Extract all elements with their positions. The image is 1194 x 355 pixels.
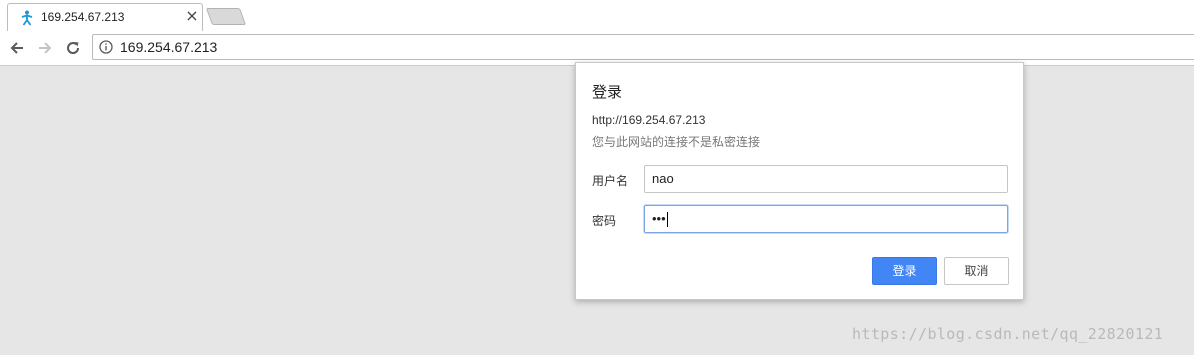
reload-button[interactable]: [62, 37, 84, 59]
dialog-title: 登录: [592, 83, 623, 101]
password-label: 密码: [592, 214, 617, 228]
forward-button[interactable]: [34, 37, 56, 59]
username-field[interactable]: nao: [644, 165, 1008, 193]
close-tab-icon[interactable]: ×: [184, 8, 200, 24]
reload-icon: [67, 42, 80, 54]
person-tool-icon: [21, 10, 33, 26]
cancel-button[interactable]: 取消: [944, 257, 1009, 285]
info-icon[interactable]: [99, 40, 113, 54]
forward-arrow-icon: [39, 42, 52, 54]
password-value: •••: [652, 211, 666, 226]
address-url: 169.254.67.213: [120, 39, 218, 55]
text-caret: [666, 212, 668, 228]
tab-strip: 169.254.67.213 ×: [0, 0, 1194, 32]
back-arrow-icon: [10, 42, 23, 54]
dialog-origin: http://169.254.67.213: [592, 113, 706, 127]
browser-tab[interactable]: 169.254.67.213 ×: [7, 3, 203, 31]
username-label: 用户名: [592, 174, 629, 188]
browser-toolbar: 169.254.67.213: [0, 31, 1194, 66]
tab-title: 169.254.67.213: [41, 10, 125, 24]
login-button[interactable]: 登录: [872, 257, 937, 285]
login-dialog: 登录 http://169.254.67.213 您与此网站的连接不是私密连接 …: [575, 62, 1024, 300]
connection-warning: 您与此网站的连接不是私密连接: [592, 135, 761, 149]
watermark: https://blog.csdn.net/qq_22820121: [852, 325, 1164, 343]
address-bar[interactable]: 169.254.67.213: [92, 34, 1194, 60]
new-tab-button[interactable]: [205, 8, 247, 25]
back-button[interactable]: [6, 37, 28, 59]
password-field[interactable]: •••: [644, 205, 1008, 233]
